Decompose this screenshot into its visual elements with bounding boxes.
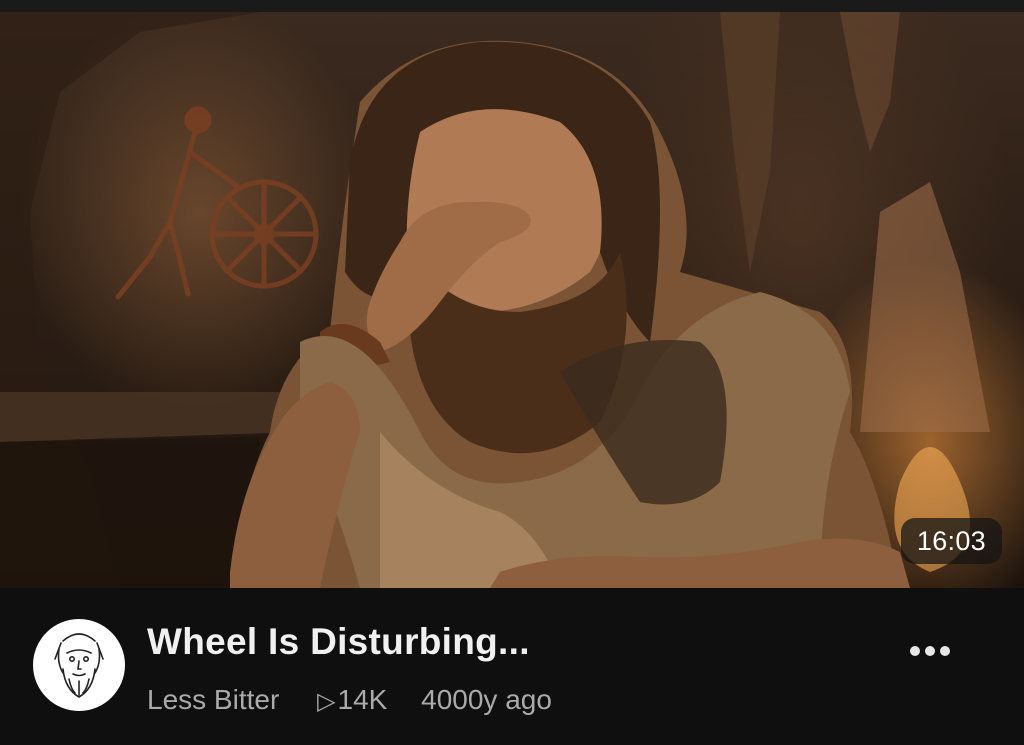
bearded-man-sketch-icon — [54, 633, 104, 698]
channel-avatar[interactable] — [33, 619, 125, 711]
more-options-icon — [910, 646, 920, 656]
video-title[interactable]: Wheel Is Disturbing... — [147, 621, 530, 663]
more-options-button[interactable] — [902, 636, 958, 666]
more-options-icon — [925, 646, 935, 656]
upload-age: 4000y ago — [421, 684, 552, 715]
thumbnail-image — [0, 12, 990, 588]
view-count-value: 14K — [337, 684, 388, 715]
top-divider — [0, 0, 1024, 12]
video-thumbnail[interactable]: 16:03 — [0, 12, 1024, 588]
channel-name[interactable]: Less Bitter — [147, 684, 279, 716]
duration-badge: 16:03 — [900, 518, 1002, 564]
view-count: ▷14K — [317, 684, 387, 716]
more-options-icon — [940, 646, 950, 656]
play-outline-icon: ▷ — [317, 688, 336, 715]
video-meta: Less Bitter ▷14K 4000y ago — [147, 684, 552, 716]
video-card[interactable]: 16:03 Wheel Is Disturbing... Less Bitter… — [0, 0, 1024, 745]
